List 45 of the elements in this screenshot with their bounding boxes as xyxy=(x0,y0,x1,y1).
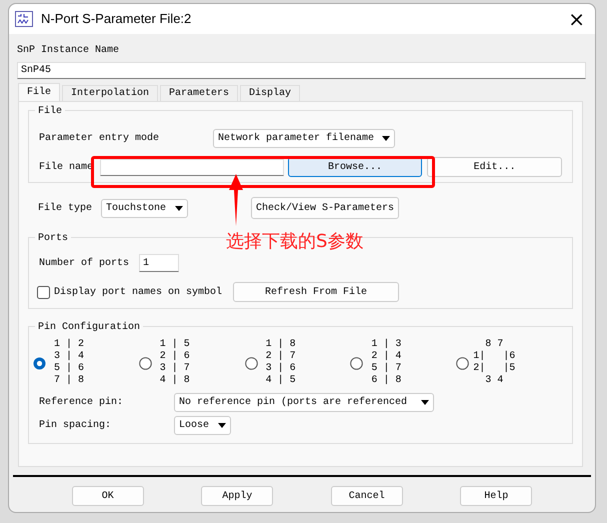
field-label: Pin spacing: xyxy=(39,418,112,433)
entry-mode-dropdown[interactable]: Network parameter filename xyxy=(213,129,395,148)
annotation-text: 选择下载的S参数 xyxy=(226,230,364,254)
check-view-button[interactable]: Check/View S-Parameters xyxy=(251,197,400,219)
pin-layout-text: 1 | 2 3 | 4 5 | 6 7 | 8 xyxy=(54,339,84,387)
pin-layout-text: 1 | 8 2 | 7 3 | 6 4 | 5 xyxy=(266,339,296,387)
dialog-button[interactable]: Apply xyxy=(201,486,274,506)
reference-pin-dropdown[interactable]: No reference pin (ports are referenced xyxy=(174,393,434,412)
window-title: N-Port S-Parameter File:2 xyxy=(41,10,192,28)
browse-button[interactable]: Browse... xyxy=(288,157,422,177)
pin-layout-text: 1 | 3 2 | 4 5 | 7 6 | 8 xyxy=(371,339,402,387)
file-type-dropdown[interactable]: Touchstone xyxy=(101,198,188,218)
instance-name-field[interactable]: SnP45 xyxy=(17,62,586,79)
caret-icon xyxy=(382,136,390,141)
checkbox-label: Display port names on symbol xyxy=(54,286,222,300)
caret-icon xyxy=(218,423,226,428)
tab[interactable]: File xyxy=(18,83,60,101)
checkbox[interactable] xyxy=(37,286,50,298)
dialog-button[interactable]: Help xyxy=(460,486,532,506)
field-label: Number of ports xyxy=(39,256,130,270)
ports-field[interactable]: 1 xyxy=(139,254,179,272)
app-icon xyxy=(15,11,33,27)
tab[interactable]: Display xyxy=(240,85,300,101)
edit-button[interactable]: Edit... xyxy=(427,157,562,177)
pin-spacing-dropdown[interactable]: Loose xyxy=(174,416,231,435)
tab[interactable]: Interpolation xyxy=(62,85,158,101)
pin-layout-text: 1 | 5 2 | 6 3 | 7 4 | 8 xyxy=(160,339,190,387)
radio-button[interactable] xyxy=(244,356,258,370)
field-label: Parameter entry mode xyxy=(39,132,160,146)
file-name-field[interactable] xyxy=(100,158,284,176)
refresh-button[interactable]: Refresh From File xyxy=(233,282,400,302)
radio-button[interactable] xyxy=(350,356,364,370)
caret-icon xyxy=(175,206,183,210)
dialog-button[interactable]: Cancel xyxy=(330,486,403,506)
radio-button[interactable] xyxy=(456,356,470,370)
close-button[interactable]: × xyxy=(564,9,589,29)
tab[interactable]: Parameters xyxy=(160,85,238,101)
field-label: File type xyxy=(38,202,94,216)
field-label: Reference pin: xyxy=(39,396,124,410)
instance-name-label: SnP Instance Name xyxy=(17,44,120,58)
radio-button[interactable] xyxy=(138,356,152,370)
pin-layout-text: 8 7 1| |6 2| |5 3 4 xyxy=(473,339,516,387)
radio-button[interactable] xyxy=(33,356,46,370)
caret-icon xyxy=(421,400,429,405)
dialog-button[interactable]: OK xyxy=(72,486,144,506)
